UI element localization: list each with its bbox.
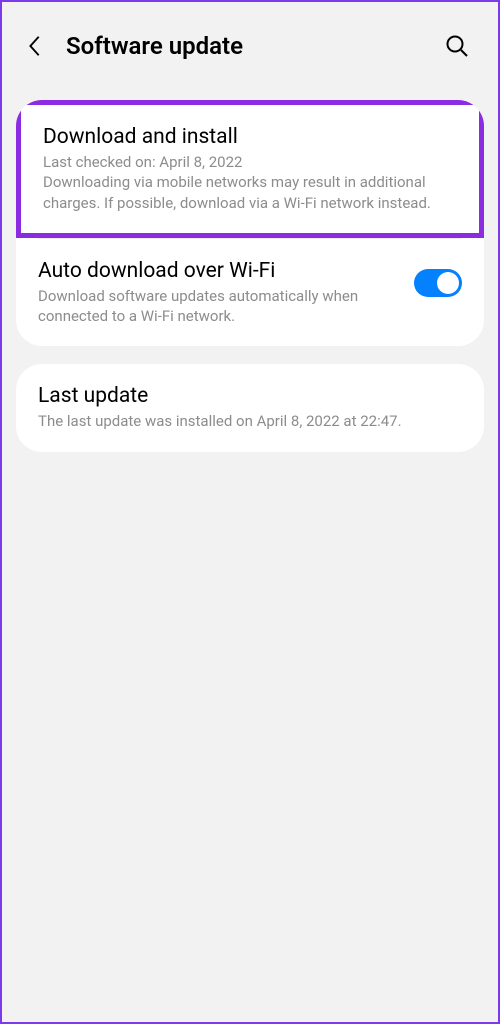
auto-download-item[interactable]: Auto download over Wi-Fi Download softwa… xyxy=(16,239,484,347)
download-install-item[interactable]: Download and install Last checked on: Ap… xyxy=(16,100,484,238)
last-update-title: Last update xyxy=(38,384,462,408)
page-title: Software update xyxy=(66,32,444,60)
toggle-knob xyxy=(437,272,459,294)
last-update-subtitle: The last update was installed on April 8… xyxy=(38,411,462,431)
download-install-title: Download and install xyxy=(43,125,457,149)
auto-download-title: Auto download over Wi-Fi xyxy=(38,259,400,283)
back-icon[interactable] xyxy=(22,33,48,59)
search-icon[interactable] xyxy=(444,33,470,59)
last-update-item[interactable]: Last update The last update was installe… xyxy=(16,364,484,451)
auto-download-subtitle: Download software updates automatically … xyxy=(38,286,400,327)
settings-card-main: Download and install Last checked on: Ap… xyxy=(16,100,484,346)
header: Software update xyxy=(2,2,498,80)
settings-card-last: Last update The last update was installe… xyxy=(16,364,484,451)
download-install-subtitle: Last checked on: April 8, 2022 Downloadi… xyxy=(43,152,457,213)
auto-download-toggle[interactable] xyxy=(414,269,462,297)
content: Download and install Last checked on: Ap… xyxy=(2,80,498,452)
